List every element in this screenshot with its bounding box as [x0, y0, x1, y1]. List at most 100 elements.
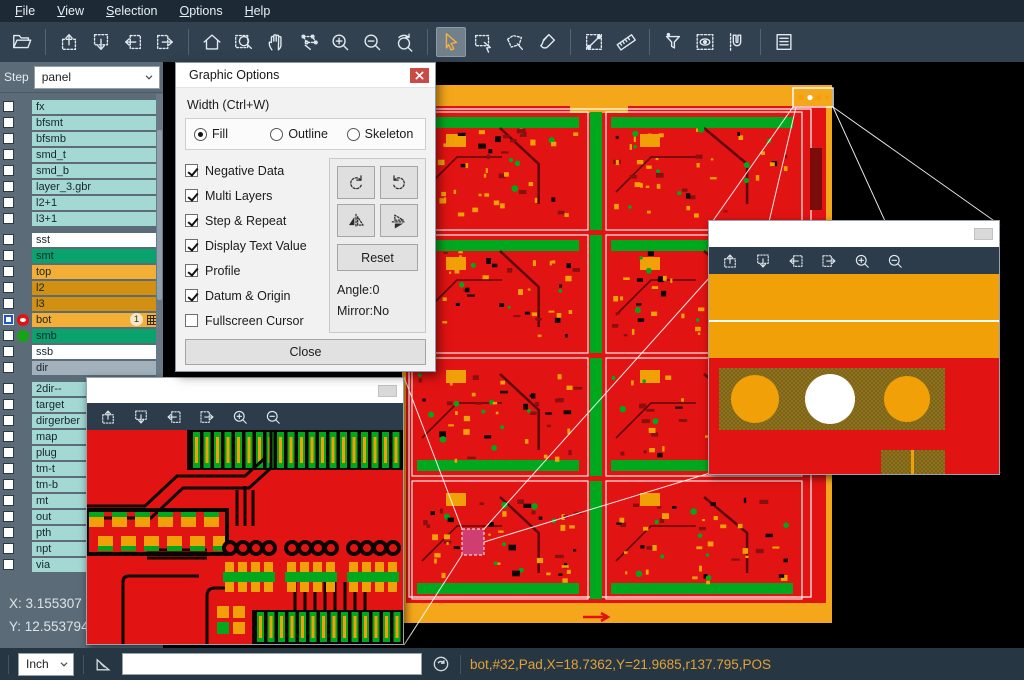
zoom-window-right-titlebar[interactable]: [709, 221, 999, 247]
zoom-in-button[interactable]: [325, 27, 355, 57]
menu-item-help[interactable]: Help: [234, 2, 282, 20]
unit-dropdown[interactable]: Inch: [18, 653, 74, 676]
open-file-button[interactable]: [7, 27, 37, 57]
layer-row-l2[interactable]: l2: [3, 280, 160, 295]
zoom-in-button[interactable]: [853, 252, 871, 270]
layer-row-l3[interactable]: l3: [3, 296, 160, 311]
checkbox-negative-data[interactable]: Negative Data: [185, 158, 323, 183]
radio-icon[interactable]: [270, 128, 283, 141]
zoom-window-right-content[interactable]: [709, 274, 999, 474]
layer-checkbox[interactable]: [3, 431, 14, 442]
select-cursor-button[interactable]: [436, 27, 466, 57]
zoom-object-button[interactable]: [293, 27, 323, 57]
layer-checkbox[interactable]: [3, 133, 14, 144]
layer-name[interactable]: l2: [32, 281, 160, 295]
layer-checkbox[interactable]: [3, 250, 14, 261]
radio-outline[interactable]: Outline: [270, 127, 340, 141]
layer-checkbox[interactable]: [3, 383, 14, 394]
pan-up-button[interactable]: [721, 252, 739, 270]
layer-name[interactable]: smb: [32, 329, 160, 343]
radio-skeleton[interactable]: Skeleton: [347, 127, 417, 141]
rotate-cw-button[interactable]: [337, 166, 375, 199]
close-button[interactable]: Close: [185, 339, 426, 365]
layer-row-bot[interactable]: bot1: [3, 312, 160, 327]
layer-row-layer_3.gbr[interactable]: layer_3.gbr: [3, 179, 160, 194]
pan-left-button[interactable]: [787, 252, 805, 270]
layer-row-bfsmb[interactable]: bfsmb: [3, 131, 160, 146]
layer-name[interactable]: layer_3.gbr: [32, 180, 160, 194]
checkbox-display-text-value[interactable]: Display Text Value: [185, 233, 323, 258]
zoom-out-button[interactable]: [357, 27, 387, 57]
command-input[interactable]: [122, 653, 422, 675]
layer-checkbox[interactable]: [3, 399, 14, 410]
layer-checkbox[interactable]: [3, 543, 14, 554]
close-icon[interactable]: [410, 68, 429, 83]
layer-checkbox[interactable]: [3, 415, 14, 426]
zoom-out-button[interactable]: [264, 408, 282, 426]
refresh-circle-icon[interactable]: [431, 654, 451, 674]
layer-name[interactable]: ssb: [32, 345, 160, 359]
window-button[interactable]: [378, 385, 397, 397]
layer-checkbox[interactable]: [3, 117, 14, 128]
zoom-window-right[interactable]: [708, 220, 1000, 475]
layer-name[interactable]: bfsmt: [32, 116, 160, 130]
pan-left-button[interactable]: [165, 408, 183, 426]
dialog-titlebar[interactable]: Graphic Options: [176, 63, 435, 88]
pan-up-button[interactable]: [54, 27, 84, 57]
layer-row-smt[interactable]: smt: [3, 248, 160, 263]
layer-checkbox[interactable]: [3, 330, 14, 341]
pan-down-button[interactable]: [754, 252, 772, 270]
layer-row-l2+1[interactable]: l2+1: [3, 195, 160, 210]
corner-angle-icon[interactable]: [93, 654, 113, 674]
layer-name[interactable]: l2+1: [32, 196, 160, 210]
pan-down-button[interactable]: [86, 27, 116, 57]
layer-name[interactable]: bfsmb: [32, 132, 160, 146]
layer-row-smb[interactable]: smb: [3, 328, 160, 343]
layer-name[interactable]: l3: [32, 297, 160, 311]
radio-icon[interactable]: [194, 128, 207, 141]
layer-checkbox[interactable]: [3, 101, 14, 112]
layer-row-bfsmt[interactable]: bfsmt: [3, 115, 160, 130]
pan-left-button[interactable]: [118, 27, 148, 57]
filter-button[interactable]: [658, 27, 688, 57]
checkbox-datum-origin[interactable]: Datum & Origin: [185, 283, 323, 308]
zoom-out-button[interactable]: [886, 252, 904, 270]
pan-down-button[interactable]: [132, 408, 150, 426]
layer-name[interactable]: smd_t: [32, 148, 160, 162]
layer-name[interactable]: top: [32, 265, 160, 279]
checkbox-multi-layers[interactable]: Multi Layers: [185, 183, 323, 208]
layer-checkbox[interactable]: [3, 511, 14, 522]
layer-checkbox[interactable]: [3, 463, 14, 474]
zoom-previous-button[interactable]: [389, 27, 419, 57]
zoom-window-bottom[interactable]: [86, 377, 404, 645]
layer-name[interactable]: bot1: [32, 313, 160, 327]
checkbox-step-repeat[interactable]: Step & Repeat: [185, 208, 323, 233]
checkbox-icon[interactable]: [185, 164, 198, 177]
pan-right-button[interactable]: [150, 27, 180, 57]
zoom-in-button[interactable]: [231, 408, 249, 426]
layer-row-top[interactable]: top: [3, 264, 160, 279]
scrollbar-thumb[interactable]: [157, 130, 162, 300]
pan-right-button[interactable]: [820, 252, 838, 270]
zoom-window-bottom-content[interactable]: [87, 430, 403, 644]
layer-row-dir[interactable]: dir: [3, 360, 160, 375]
layer-panel-button[interactable]: [769, 27, 799, 57]
view-options-button[interactable]: [690, 27, 720, 57]
pan-right-button[interactable]: [198, 408, 216, 426]
checkbox-icon[interactable]: [185, 189, 198, 202]
layer-checkbox[interactable]: [3, 314, 14, 325]
layer-checkbox[interactable]: [3, 298, 14, 309]
layer-checkbox[interactable]: [3, 213, 14, 224]
select-box-button[interactable]: [468, 27, 498, 57]
layer-row-l3+1[interactable]: l3+1: [3, 211, 160, 226]
layer-name[interactable]: l3+1: [32, 212, 160, 226]
layer-row-fx[interactable]: fx: [3, 99, 160, 114]
layer-name[interactable]: smd_b: [32, 164, 160, 178]
menu-item-options[interactable]: Options: [168, 2, 233, 20]
radio-icon[interactable]: [347, 128, 360, 141]
checkbox-icon[interactable]: [185, 264, 198, 277]
snap-magnet-button[interactable]: [722, 27, 752, 57]
menu-item-selection[interactable]: Selection: [95, 2, 168, 20]
checkbox-profile[interactable]: Profile: [185, 258, 323, 283]
layer-checkbox[interactable]: [3, 282, 14, 293]
